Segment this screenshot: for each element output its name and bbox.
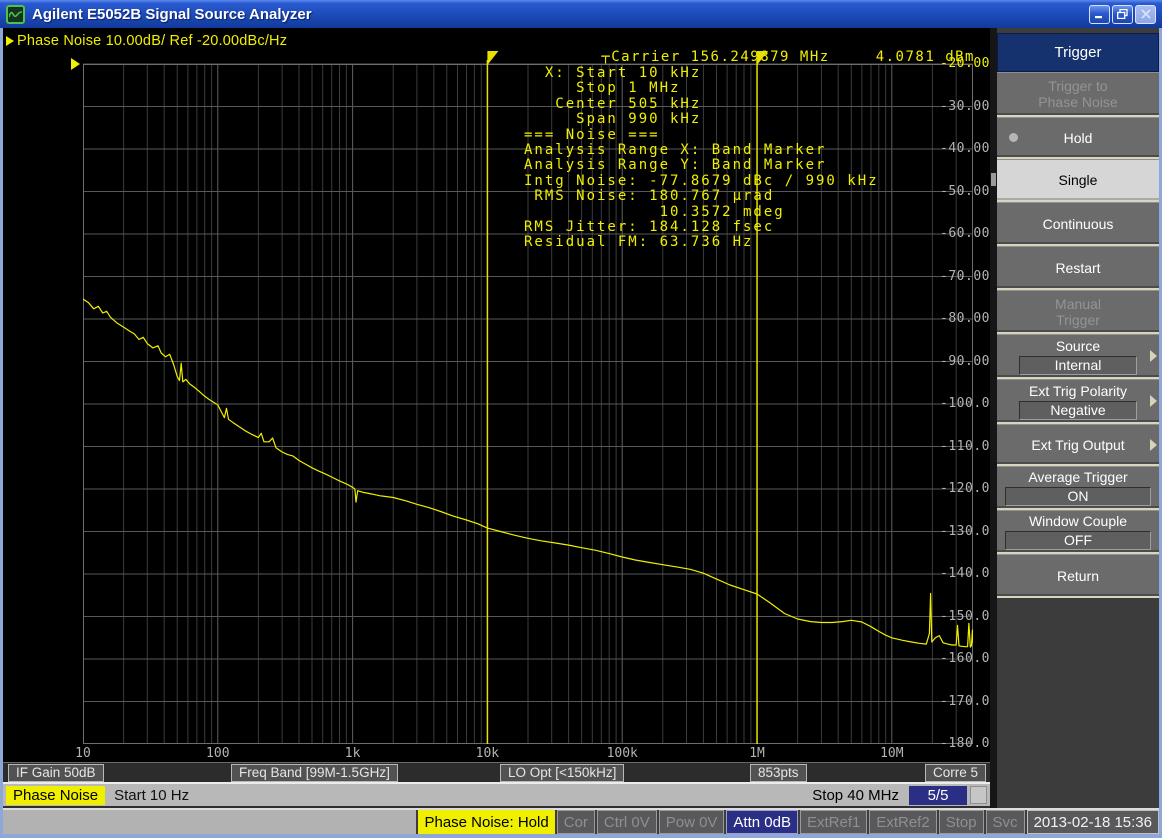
source-value: Internal [1019,356,1137,375]
noise-info-line: === Noise === [524,128,879,143]
sweep-start-label: Start 10 Hz [114,787,189,804]
y-tick-label: -40.00 [916,141,990,156]
trace-select-icon [6,36,14,46]
button-trigger-to-phase-noise: Trigger to Phase Noise [997,72,1159,117]
restore-icon[interactable] [1112,5,1133,24]
status-extref1: ExtRef1 [800,810,867,834]
y-tick-label: -100.0 [916,396,990,411]
y-tick-label: -140.0 [916,566,990,581]
button-average-trigger[interactable]: Average Trigger ON [997,466,1159,510]
noise-info-line: Intg Noise: -77.8679 dBc / 990 kHz [524,174,879,189]
y-tick-label: -80.00 [916,311,990,326]
if-gain-indicator: IF Gain 50dB [8,764,104,782]
y-tick-label: -90.00 [916,354,990,369]
status-datetime: 2013-02-18 15:36 [1027,810,1159,834]
submenu-arrow-icon [1150,439,1157,451]
submenu-arrow-icon [1150,395,1157,407]
menu-title-trigger: Trigger [997,33,1159,72]
softkey-panel: Trigger Trigger to Phase Noise Hold Sing… [990,28,1159,808]
minimize-icon[interactable] [1089,5,1110,24]
y-tick-label: -60.00 [916,226,990,241]
button-ext-trig-output[interactable]: Ext Trig Output [997,424,1159,466]
button-source[interactable]: Source Internal [997,334,1159,379]
button-hold[interactable]: Hold [997,117,1159,159]
button-ext-trig-polarity[interactable]: Ext Trig Polarity Negative [997,379,1159,424]
button-manual-trigger: Manual Trigger [997,290,1159,334]
noise-info-line: Stop 1 MHz [524,81,879,96]
y-tick-label: -20.00 [916,56,990,71]
measurement-info-bar: IF Gain 50dB Freq Band [99M-1.5GHz] LO O… [3,762,990,782]
status-stop: Stop [939,810,984,834]
status-cor: Cor [557,810,595,834]
softkey-scrollbar[interactable] [990,28,997,808]
status-pow: Pow 0V [659,810,725,834]
phase-noise-plot-area: Phase Noise 10.00dB/ Ref -20.00dBc/Hz ┬C… [3,28,990,762]
x-tick-label: 1M [722,746,792,761]
x-tick-label: 10k [452,746,522,761]
button-return[interactable]: Return [997,554,1159,598]
noise-analysis-readout: X: Start 10 kHz Stop 1 MHz Center 505 kH… [524,66,879,251]
status-ctrl: Ctrl 0V [597,810,657,834]
x-tick-label: 10M [857,746,927,761]
noise-info-line: Center 505 kHz [524,97,879,112]
measurement-status-badge: Phase Noise: Hold [418,810,554,834]
x-tick-label: 100k [587,746,657,761]
page-indicator: 5/5 [909,786,967,805]
analyzer-window: Agilent E5052B Signal Source Analyzer Ph… [0,0,1162,838]
ext-trig-polarity-value: Negative [1019,401,1137,420]
status-bar-filler [3,810,416,834]
noise-info-line: Analysis Range X: Band Marker [524,143,879,158]
x-tick-label: 100 [183,746,253,761]
window-couple-value: OFF [1005,531,1151,550]
button-single[interactable]: Single [997,159,1159,202]
window-border [0,834,1162,838]
reference-level-marker-icon [71,58,80,70]
correction-indicator: Corre 5 [925,764,986,782]
lo-opt-indicator: LO Opt [<150kHz] [500,764,624,782]
selected-bullet-icon [1009,133,1018,142]
y-tick-label: -30.00 [916,99,990,114]
button-restart[interactable]: Restart [997,246,1159,290]
points-indicator: 853pts [750,764,807,782]
y-tick-label: -120.0 [916,481,990,496]
status-bar: Phase Noise: Hold Cor Ctrl 0V Pow 0V Att… [3,808,1159,834]
sweep-stop-label: Stop 40 MHz [812,787,899,804]
x-tick-label: 10 [48,746,118,761]
waveform-app-icon [6,5,25,24]
noise-info-line: 10.3572 mdeg [524,205,879,220]
title-bar: Agilent E5052B Signal Source Analyzer [0,0,1162,28]
y-tick-label: -130.0 [916,524,990,539]
y-tick-label: -110.0 [916,439,990,454]
noise-info-line: X: Start 10 kHz [524,66,879,81]
status-svc: Svc [986,810,1025,834]
measurement-tab-bar: Phase Noise Start 10 Hz Stop 40 MHz 5/5 [3,782,990,806]
y-tick-label: -160.0 [916,651,990,666]
window-title: Agilent E5052B Signal Source Analyzer [32,6,312,23]
y-tick-label: -50.00 [916,184,990,199]
window-border [0,28,3,838]
x-tick-label: 1k [318,746,388,761]
scrollbar-handle[interactable] [991,173,996,186]
button-continuous[interactable]: Continuous [997,202,1159,246]
y-tick-label: -150.0 [916,609,990,624]
y-tick-label: -180.0 [916,736,990,751]
y-tick-label: -70.00 [916,269,990,284]
submenu-arrow-icon [1150,350,1157,362]
status-attn: Attn 0dB [726,810,798,834]
average-trigger-value: ON [1005,487,1151,506]
close-icon[interactable] [1135,5,1156,24]
y-tick-label: -170.0 [916,694,990,709]
status-extref2: ExtRef2 [869,810,936,834]
tab-phase-noise[interactable]: Phase Noise [6,786,105,805]
noise-info-line: Span 990 kHz [524,112,879,127]
noise-info-line: RMS Jitter: 184.128 fsec [524,220,879,235]
button-window-couple[interactable]: Window Couple OFF [997,510,1159,554]
noise-info-line: Residual FM: 63.736 Hz [524,235,879,250]
noise-info-line: Analysis Range Y: Band Marker [524,158,879,173]
trace-scale-label: Phase Noise 10.00dB/ Ref -20.00dBc/Hz [17,33,287,49]
freq-band-indicator: Freq Band [99M-1.5GHz] [231,764,398,782]
noise-info-line: RMS Noise: 180.767 μrad [524,189,879,204]
page-spinner[interactable] [970,786,987,804]
